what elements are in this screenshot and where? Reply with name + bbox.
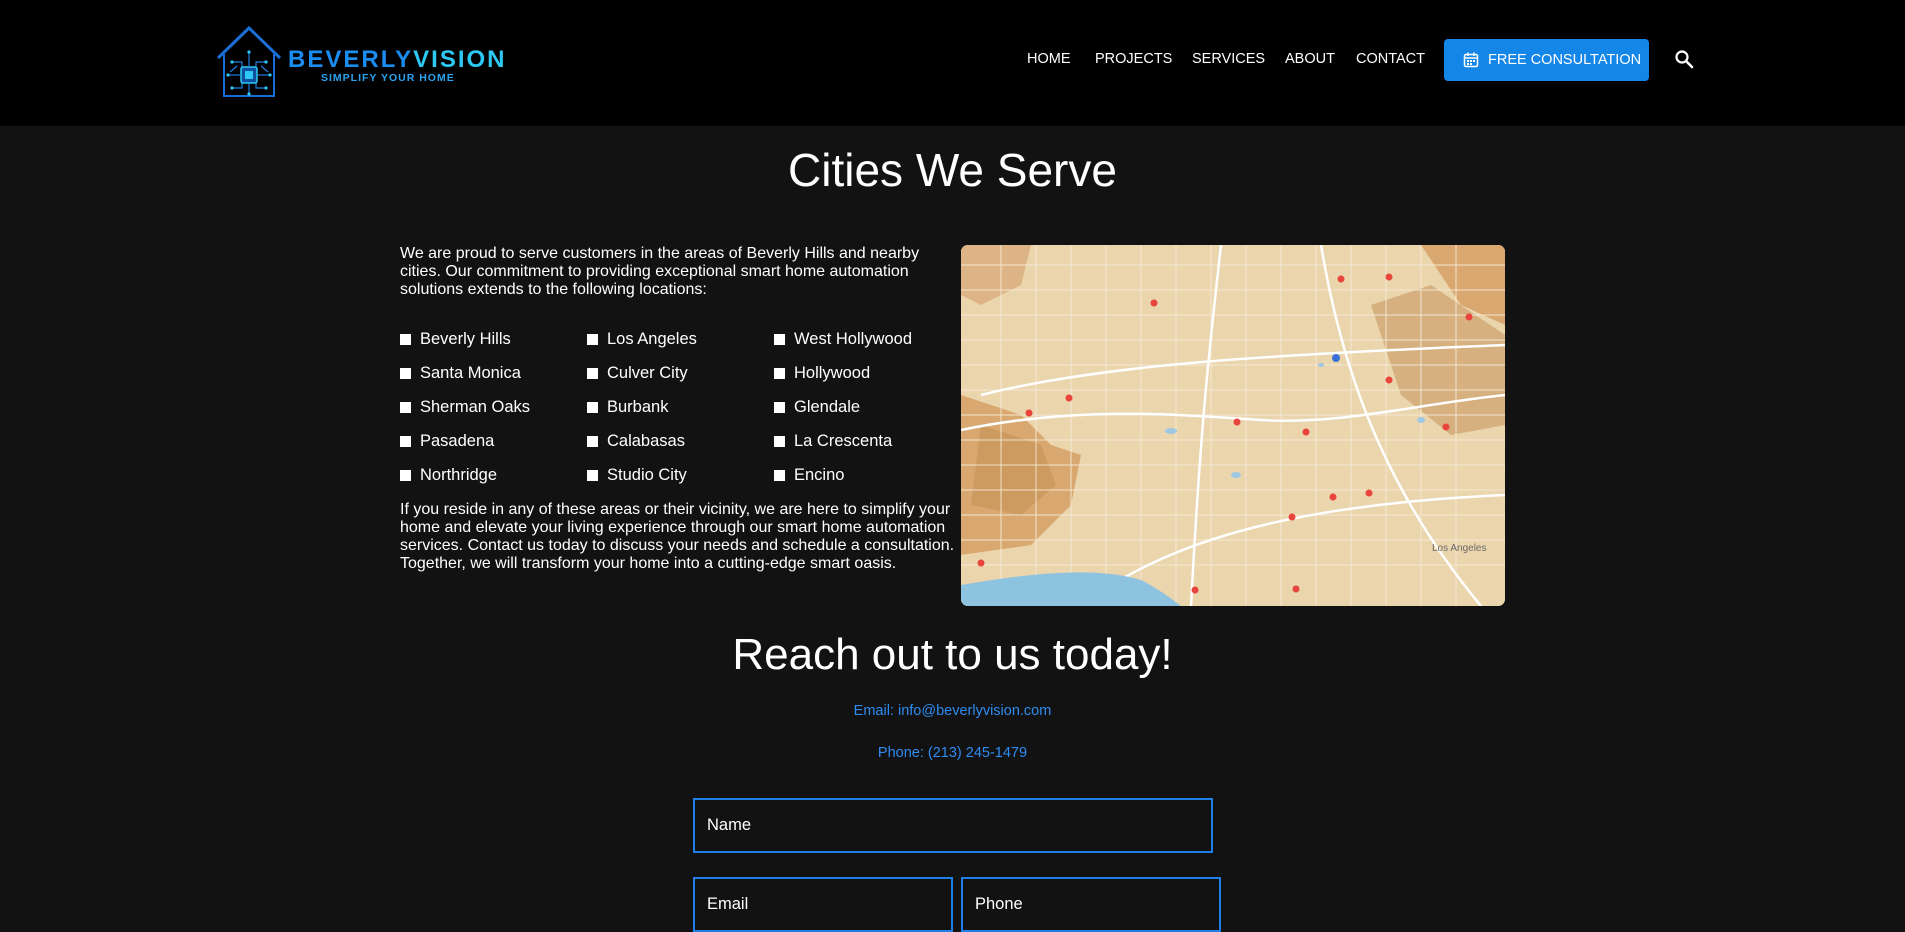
nav-contact[interactable]: CONTACT bbox=[1356, 50, 1425, 68]
checkbox-square-icon bbox=[400, 469, 411, 481]
checkbox-square-icon bbox=[774, 401, 785, 413]
city-item: Santa Monica bbox=[400, 363, 587, 383]
site-header: BEVERLYVISION SIMPLIFY YOUR HOME HOME PR… bbox=[0, 0, 1905, 126]
nav-projects[interactable]: PROJECTS bbox=[1095, 50, 1172, 68]
city-item: West Hollywood bbox=[774, 329, 960, 349]
city-name: Sherman Oaks bbox=[420, 397, 531, 416]
city-item: Beverly Hills bbox=[400, 329, 587, 349]
city-item: Burbank bbox=[587, 397, 774, 417]
city-name: Hollywood bbox=[794, 363, 871, 382]
checkbox-square-icon bbox=[400, 367, 411, 379]
checkbox-square-icon bbox=[774, 333, 785, 345]
calendar-icon bbox=[1463, 52, 1479, 68]
checkbox-square-icon bbox=[400, 435, 411, 447]
city-name: Encino bbox=[794, 465, 845, 484]
cities-intro: We are proud to serve customers in the a… bbox=[400, 245, 920, 298]
city-item: Encino bbox=[774, 465, 960, 485]
city-item: Calabasas bbox=[587, 431, 774, 451]
city-item: Sherman Oaks bbox=[400, 397, 587, 417]
city-item: La Crescenta bbox=[774, 431, 960, 451]
city-name: Northridge bbox=[420, 465, 498, 484]
name-field[interactable] bbox=[693, 798, 1213, 853]
email-field[interactable] bbox=[693, 877, 953, 932]
city-name: Calabasas bbox=[607, 431, 685, 450]
checkbox-square-icon bbox=[774, 367, 785, 379]
phone-field[interactable] bbox=[961, 877, 1221, 932]
free-consultation-button[interactable]: FREE CONSULTATION bbox=[1444, 39, 1649, 81]
checkbox-square-icon bbox=[587, 435, 598, 447]
contact-title: Reach out to us today! bbox=[732, 630, 1173, 679]
city-item: Culver City bbox=[587, 363, 774, 383]
contact-email[interactable]: Email: info@beverlyvision.com bbox=[0, 703, 1905, 719]
nav-services[interactable]: SERVICES bbox=[1192, 50, 1265, 68]
city-name: La Crescenta bbox=[794, 431, 893, 450]
cities-title: Cities We Serve bbox=[788, 144, 1117, 196]
search-icon[interactable] bbox=[1674, 49, 1694, 69]
checkbox-square-icon bbox=[587, 469, 598, 481]
map-graphic bbox=[961, 245, 1505, 606]
city-item: Los Angeles bbox=[587, 329, 774, 349]
nav-home[interactable]: HOME bbox=[1027, 50, 1071, 68]
city-name: Los Angeles bbox=[607, 329, 697, 348]
checkbox-square-icon bbox=[774, 469, 785, 481]
city-name: Santa Monica bbox=[420, 363, 521, 382]
cities-outro: If you reside in any of these areas or t… bbox=[400, 501, 955, 572]
city-item: Northridge bbox=[400, 465, 587, 485]
nav-about[interactable]: ABOUT bbox=[1285, 50, 1335, 68]
city-name: Glendale bbox=[794, 397, 861, 416]
service-area-map[interactable]: Los Angeles bbox=[961, 245, 1505, 606]
checkbox-square-icon bbox=[774, 435, 785, 447]
checkbox-square-icon bbox=[587, 401, 598, 413]
city-item: Glendale bbox=[774, 397, 960, 417]
contact-phone[interactable]: Phone: (213) 245-1479 bbox=[0, 745, 1905, 761]
checkbox-square-icon bbox=[587, 333, 598, 345]
city-name: Pasadena bbox=[420, 431, 495, 450]
brand-tagline: SIMPLIFY YOUR HOME bbox=[321, 72, 455, 84]
map-label-los-angeles: Los Angeles bbox=[1432, 543, 1487, 554]
city-name: Studio City bbox=[607, 465, 687, 484]
checkbox-square-icon bbox=[587, 367, 598, 379]
city-item: Studio City bbox=[587, 465, 774, 485]
city-name: Burbank bbox=[607, 397, 669, 416]
cta-label: FREE CONSULTATION bbox=[1488, 52, 1642, 68]
checkbox-square-icon bbox=[400, 333, 411, 345]
city-name: West Hollywood bbox=[794, 329, 912, 348]
city-list: Beverly Hills Los Angeles West Hollywood… bbox=[400, 329, 960, 489]
city-item: Pasadena bbox=[400, 431, 587, 451]
checkbox-square-icon bbox=[400, 401, 411, 413]
city-item: Hollywood bbox=[774, 363, 960, 383]
city-name: Culver City bbox=[607, 363, 688, 382]
city-name: Beverly Hills bbox=[420, 329, 511, 348]
